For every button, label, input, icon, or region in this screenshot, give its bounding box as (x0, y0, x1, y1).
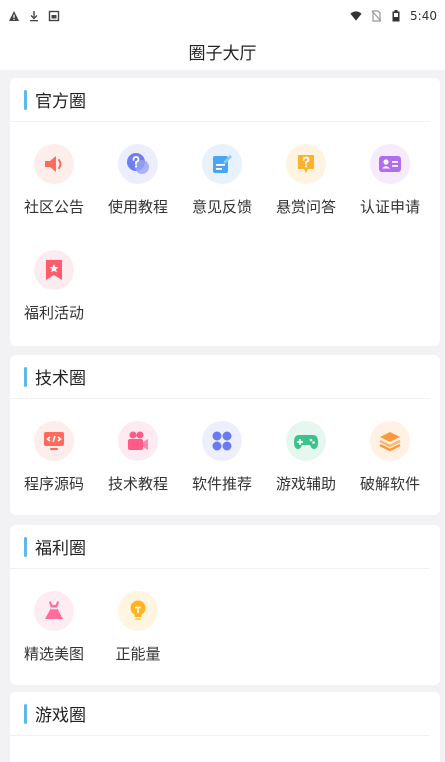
circle-item-game-assist[interactable]: 游戏辅助 (264, 399, 348, 505)
megaphone-icon (34, 144, 74, 184)
section-title-text: 技术圈 (35, 369, 86, 389)
circle-item-label: 软件推荐 (191, 475, 252, 493)
circle-item-label: 社区公告 (23, 198, 84, 216)
section-title: 技术圈 (10, 355, 430, 399)
circle-item-label: 认证申请 (359, 198, 420, 216)
circle-item-label: 悬赏问答 (275, 198, 336, 216)
circle-item-label: 破解软件 (359, 475, 420, 493)
header: 圈子大厅 (0, 32, 445, 70)
section-accent-bar (24, 536, 27, 557)
warning-icon (8, 10, 20, 22)
circle-item-community-notice[interactable]: 社区公告 (12, 122, 96, 228)
circle-item-label: 福利活动 (23, 304, 84, 322)
gamepad-icon (286, 421, 326, 461)
image-icon (48, 10, 60, 22)
bookmark-star-icon (34, 250, 74, 290)
circle-item-tech-tutorial[interactable]: 技术教程 (96, 399, 180, 505)
apps-grid-icon (202, 421, 242, 461)
code-monitor-icon (34, 421, 74, 461)
section-accent-bar (24, 89, 27, 110)
circle-item-welfare-event[interactable]: 福利活动 (12, 228, 96, 334)
section-welfare: 福利圈 精选美图 正能量 (10, 525, 440, 685)
circle-grid: 程序源码 技术教程 软件推荐 游戏辅助 破解软件 (10, 399, 440, 505)
section-game: 游戏圈 (10, 692, 440, 762)
section-title-text: 福利圈 (35, 539, 86, 559)
circle-item-source-code[interactable]: 程序源码 (12, 399, 96, 505)
feedback-edit-icon (202, 144, 242, 184)
page-title: 圈子大厅 (188, 43, 257, 64)
lightbulb-icon (118, 591, 158, 631)
question-bubble-icon (118, 144, 158, 184)
circle-item-tutorial[interactable]: 使用教程 (96, 122, 180, 228)
download-icon (28, 10, 40, 22)
status-bar: 5:40 (0, 0, 445, 32)
battery-icon (390, 10, 402, 22)
status-time: 5:40 (410, 9, 437, 23)
circle-item-cracked-software[interactable]: 破解软件 (348, 399, 432, 505)
layers-icon (370, 421, 410, 461)
circle-item-label: 正能量 (115, 645, 161, 663)
reward-question-icon (286, 144, 326, 184)
circle-item-label: 精选美图 (23, 645, 84, 663)
status-right: 5:40 (350, 9, 437, 23)
wifi-icon (350, 10, 362, 22)
circle-item-reward-qa[interactable]: 悬赏问答 (264, 122, 348, 228)
section-accent-bar (24, 703, 27, 724)
circle-grid: 精选美图 正能量 (10, 569, 440, 675)
circle-item-label: 技术教程 (107, 475, 168, 493)
no-sim-icon (370, 10, 382, 22)
dress-icon (34, 591, 74, 631)
section-official: 官方圈 社区公告 使用教程 意见反馈 悬赏问答 认证申请 福利活动 (10, 78, 440, 346)
circle-item-label: 程序源码 (23, 475, 84, 493)
circle-item-featured-pictures[interactable]: 精选美图 (12, 569, 96, 675)
section-title-text: 官方圈 (35, 92, 86, 112)
circle-item-software-recommend[interactable]: 软件推荐 (180, 399, 264, 505)
status-left (8, 10, 60, 22)
circle-item-label: 使用教程 (107, 198, 168, 216)
section-title: 游戏圈 (10, 692, 430, 736)
circle-item-verification[interactable]: 认证申请 (348, 122, 432, 228)
circle-item-positive-energy[interactable]: 正能量 (96, 569, 180, 675)
circle-item-label: 意见反馈 (191, 198, 252, 216)
id-card-icon (370, 144, 410, 184)
section-accent-bar (24, 366, 27, 387)
circle-item-feedback[interactable]: 意见反馈 (180, 122, 264, 228)
circle-grid: 社区公告 使用教程 意见反馈 悬赏问答 认证申请 福利活动 (10, 122, 440, 334)
section-title: 官方圈 (10, 78, 430, 122)
circle-list[interactable]: 官方圈 社区公告 使用教程 意见反馈 悬赏问答 认证申请 福利活动 技术圈 程序… (0, 70, 445, 762)
section-title: 福利圈 (10, 525, 430, 569)
video-camera-icon (118, 421, 158, 461)
circle-item-label: 游戏辅助 (275, 475, 336, 493)
section-tech: 技术圈 程序源码 技术教程 软件推荐 游戏辅助 破解软件 (10, 355, 440, 515)
section-title-text: 游戏圈 (35, 706, 86, 726)
